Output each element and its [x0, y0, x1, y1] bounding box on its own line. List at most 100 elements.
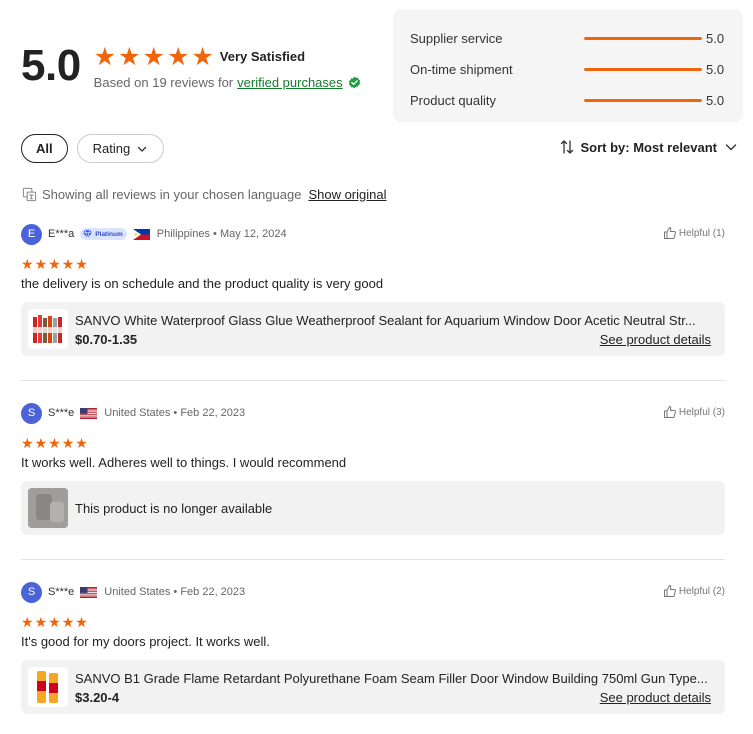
helpful-label: Helpful (2)	[678, 585, 725, 597]
star-icon: ★	[93, 42, 117, 71]
review-divider	[21, 380, 725, 381]
star-icon: ★	[21, 614, 34, 630]
helpful-button[interactable]: Helpful (3)	[663, 405, 725, 419]
reviewer-country: United States	[104, 407, 171, 419]
star-icon: ★	[34, 614, 48, 630]
metric-row: Product quality 5.0	[410, 85, 725, 116]
star-icon: ★	[75, 614, 88, 630]
meta-separator: •	[173, 586, 178, 598]
sort-icon	[561, 140, 574, 154]
review-date: Feb 22, 2023	[180, 586, 246, 598]
review-stars: ★ ★ ★ ★ ★	[21, 257, 725, 271]
show-original-link[interactable]: Show original	[308, 187, 386, 202]
review-meta: United States • Feb 22, 2023	[104, 586, 245, 598]
rating-filter-dropdown[interactable]: Rating	[76, 134, 165, 163]
reviewer-country: United States	[104, 586, 171, 598]
diamond-icon	[83, 229, 93, 239]
based-on-label: Based on 19 reviews for	[93, 74, 234, 90]
review-text: the delivery is on schedule and the prod…	[21, 276, 384, 291]
review-date: Feb 22, 2023	[180, 407, 246, 419]
avatar: S	[21, 402, 42, 424]
sort-label: Sort by: Most relevant	[580, 139, 717, 155]
product-card[interactable]: SANVO White Waterproof Glass Glue Weathe…	[21, 302, 725, 356]
metric-row: Supplier service 5.0	[410, 23, 725, 54]
metric-bar-fill	[584, 37, 702, 40]
badge-label: Platinum	[95, 230, 123, 238]
star-icon: ★	[166, 42, 190, 71]
metric-value: 5.0	[706, 62, 725, 77]
metric-label: On-time shipment	[410, 62, 513, 77]
review-text: It's good for my doors project. It works…	[21, 634, 270, 649]
translation-notice: Showing all reviews in your chosen langu…	[22, 187, 386, 202]
reviewer-name: S***e	[48, 586, 75, 598]
supplier-metrics-panel: Supplier service 5.0 On-time shipment 5.…	[393, 9, 743, 122]
reviewer-name: E***a	[48, 228, 75, 240]
thumbs-up-icon	[663, 406, 676, 418]
review-text: It works well. Adheres well to things. I…	[21, 455, 347, 470]
star-icon: ★	[48, 614, 61, 630]
reviewer-name: S***e	[48, 407, 75, 419]
metric-bar-fill	[584, 99, 702, 102]
reviewer-country: Philippines	[156, 228, 210, 240]
chevron-down-icon	[138, 146, 147, 152]
review-meta: Philippines • May 12, 2024	[157, 228, 287, 240]
overall-score: 5.0	[21, 41, 81, 90]
metric-row: On-time shipment 5.0	[410, 54, 725, 85]
metric-bar	[584, 68, 702, 71]
filter-all-button[interactable]: All	[21, 134, 68, 163]
star-icon: ★	[61, 256, 75, 272]
helpful-button[interactable]: Helpful (1)	[663, 226, 725, 240]
product-card[interactable]: SANVO B1 Grade Flame Retardant Polyureth…	[21, 660, 725, 714]
star-icon: ★	[34, 435, 48, 451]
star-icon: ★	[61, 435, 75, 451]
star-icon: ★	[142, 42, 165, 71]
review-stars: ★ ★ ★ ★ ★	[21, 615, 725, 629]
review-meta: United States • Feb 22, 2023	[104, 407, 245, 419]
product-price: $0.70-1.35	[75, 331, 138, 347]
satisfaction-label: Very Satisfied	[219, 49, 306, 64]
star-icon: ★	[48, 435, 61, 451]
star-icon: ★	[21, 435, 34, 451]
rating-filter-label: Rating	[92, 141, 131, 156]
metric-bar	[584, 37, 702, 40]
see-product-details-link[interactable]: See product details	[600, 332, 711, 347]
helpful-button[interactable]: Helpful (2)	[663, 584, 725, 598]
review-item: E E***a Platinum Philippines • May 12, 2…	[21, 223, 725, 356]
philippines-flag-icon	[132, 228, 150, 240]
sort-dropdown[interactable]: Sort by: Most relevant	[560, 139, 738, 155]
star-icon: ★	[118, 42, 141, 71]
chevron-down-icon	[725, 144, 737, 151]
star-icon: ★	[75, 256, 88, 272]
product-price: $3.20-4	[75, 689, 120, 705]
translation-text: Showing all reviews in your chosen langu…	[42, 187, 302, 202]
us-flag-icon	[80, 586, 98, 598]
review-divider	[21, 559, 725, 560]
metric-value: 5.0	[706, 93, 725, 108]
see-product-details-link[interactable]: See product details	[600, 690, 711, 705]
review-date: May 12, 2024	[219, 228, 287, 240]
product-title: SANVO White Waterproof Glass Glue Weathe…	[75, 312, 696, 328]
meta-separator: •	[173, 407, 178, 419]
thumbs-up-icon	[663, 227, 676, 239]
star-icon: ★	[61, 614, 75, 630]
product-card-unavailable: This product is no longer available	[21, 481, 725, 535]
metric-label: Supplier service	[410, 31, 503, 46]
star-icon: ★	[191, 42, 214, 71]
helpful-label: Helpful (3)	[678, 406, 725, 418]
star-icon: ★	[75, 435, 88, 451]
metric-value: 5.0	[706, 31, 725, 46]
meta-separator: •	[213, 228, 217, 240]
star-icon: ★	[48, 256, 61, 272]
verified-purchases-link[interactable]: verified purchases	[237, 75, 343, 90]
rating-summary: 5.0 ★ ★ ★ ★ ★ Very Satisfied Based on 19 rev…	[21, 38, 361, 94]
review-stars: ★ ★ ★ ★ ★	[21, 436, 725, 450]
metric-bar-fill	[584, 68, 702, 71]
avatar: E	[21, 223, 42, 245]
product-thumbnail	[28, 488, 68, 528]
overall-stars: ★ ★ ★ ★ ★	[94, 44, 214, 70]
based-on-text: Based on 19 reviews for verified purchas…	[94, 75, 361, 90]
star-icon: ★	[34, 256, 48, 272]
review-item: S S***e United States • Feb 22, 2023 Hel…	[21, 581, 725, 714]
product-thumbnail	[28, 309, 68, 349]
verified-check-icon	[348, 76, 360, 88]
